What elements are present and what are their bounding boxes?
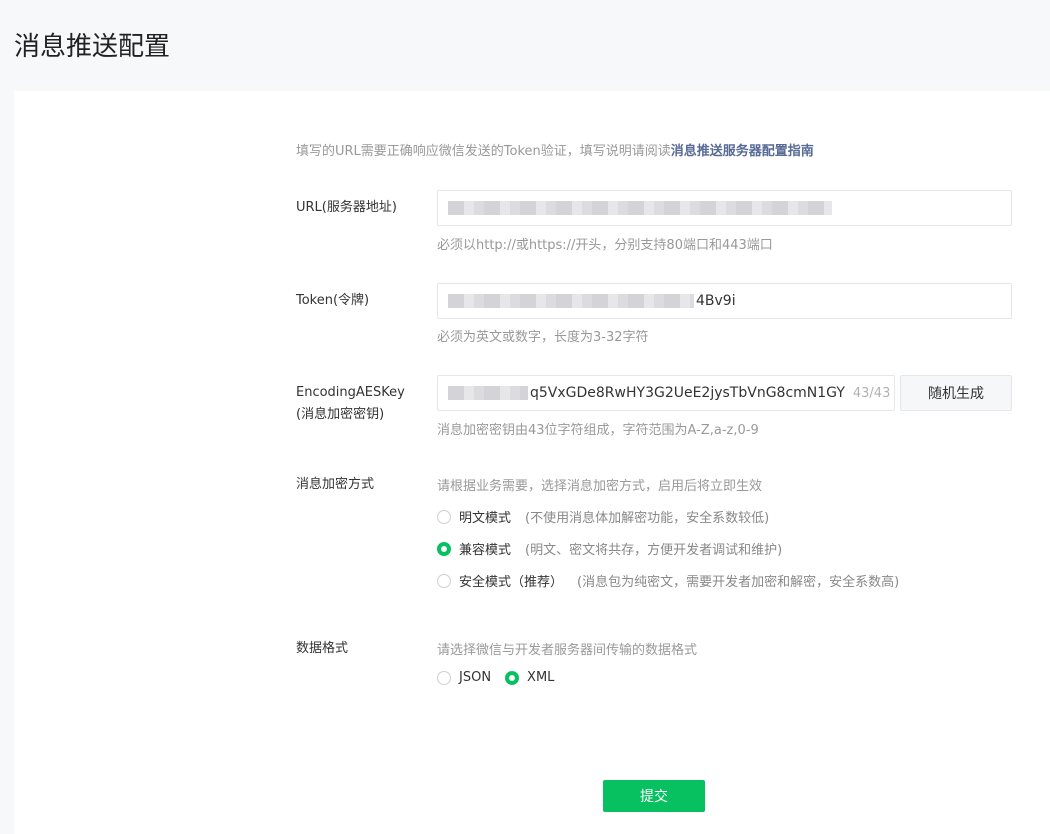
encryption-option-label: 安全模式（推荐） [459,575,564,590]
encryption-label: 消息加密方式 [296,477,375,492]
encryption-option-desc: (不使用消息体加解密功能，安全系数较低) [525,511,770,526]
aeskey-hint: 消息加密密钥由43位字符组成，字符范围为A-Z,a-z,0-9 [437,423,759,438]
token-label: Token(令牌) [296,293,370,308]
encryption-option-desc: (明文、密文将共存，方便开发者调试和维护) [525,543,783,558]
config-guide-link[interactable]: 消息推送服务器配置指南 [671,144,814,159]
url-hint: 必须以http://或https://开头，分别支持80端口和443端口 [437,238,773,253]
aeskey-counter: 43/43 [852,385,891,401]
submit-button[interactable]: 提交 [603,780,705,812]
encryption-option-secure[interactable]: 安全模式（推荐） (消息包为纯密文，需要开发者加密和解密，安全系数高) [437,571,899,590]
format-option-json[interactable]: JSON [459,670,491,685]
format-hint: 请选择微信与开发者服务器间传输的数据格式 [437,643,698,658]
radio-plain[interactable] [437,509,451,524]
aeskey-value: q5VxGDe8RwHY3G2UeE2jysTbVnG8cmN1GY [530,385,845,401]
format-options: JSON XML [437,670,554,685]
url-label: URL(服务器地址) [296,200,397,215]
radio-json[interactable] [437,670,451,685]
aeskey-label-line1: EncodingAESKey [296,385,405,400]
token-hint: 必须为英文或数字，长度为3-32字符 [437,330,649,345]
url-input[interactable] [437,190,1012,226]
intro-text: 填写的URL需要正确响应微信发送的Token验证，填写说明请阅读消息推送服务器配… [296,140,814,159]
format-label: 数据格式 [296,641,349,656]
aeskey-label: EncodingAESKey (消息加密密钥) [296,382,405,426]
encryption-hint: 请根据业务需要，选择消息加密方式，启用后将立即生效 [437,479,763,494]
encryption-option-desc: (消息包为纯密文，需要开发者加密和解密，安全系数高) [577,575,900,590]
radio-compat[interactable] [437,541,451,556]
aeskey-input[interactable]: q5VxGDe8RwHY3G2UeE2jysTbVnG8cmN1GY 43/43 [437,375,895,411]
radio-xml[interactable] [505,670,520,685]
intro-description: 填写的URL需要正确响应微信发送的Token验证，填写说明请阅读 [296,144,671,159]
encryption-option-label: 明文模式 [459,511,512,526]
token-blurred-value [448,294,694,308]
encryption-option-label: 兼容模式 [459,543,512,558]
aeskey-label-line2: (消息加密密钥) [296,407,385,422]
aeskey-blurred-value [448,386,528,400]
encryption-option-compat[interactable]: 兼容模式 (明文、密文将共存，方便开发者调试和维护) [437,539,782,558]
generate-key-button[interactable]: 随机生成 [900,375,1012,411]
radio-secure[interactable] [437,573,451,588]
format-option-xml[interactable]: XML [527,670,554,685]
encryption-option-plain[interactable]: 明文模式 (不使用消息体加解密功能，安全系数较低) [437,507,769,526]
url-blurred-value [448,201,832,215]
page-title: 消息推送配置 [14,32,171,62]
token-input[interactable]: 4Bv9i [437,283,1012,319]
token-value: 4Bv9i [696,293,736,309]
